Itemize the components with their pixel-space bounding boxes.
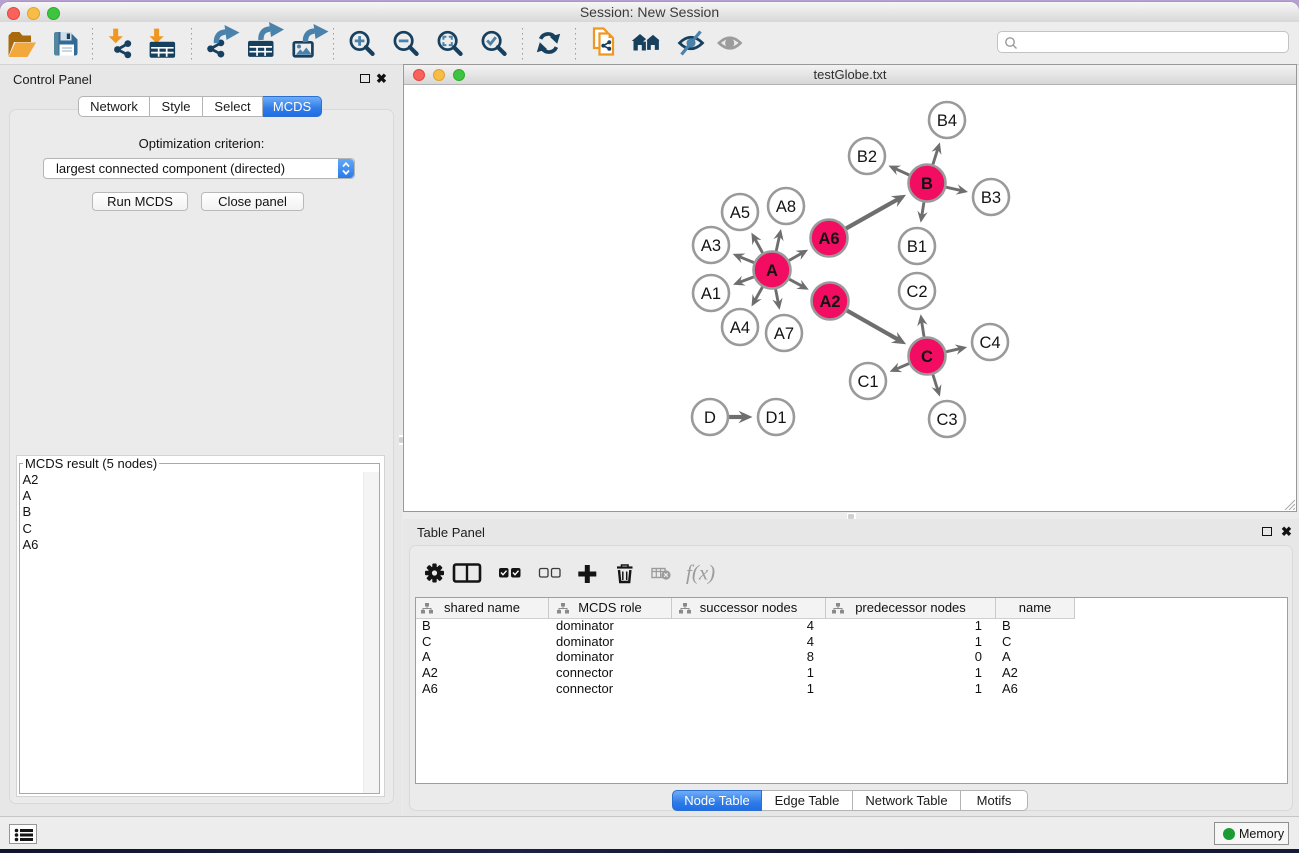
svg-text:A2: A2 — [819, 293, 840, 311]
svg-text:D: D — [704, 409, 716, 427]
svg-text:f(x): f(x) — [686, 561, 715, 585]
svg-text:C3: C3 — [936, 411, 957, 429]
svg-text:A3: A3 — [701, 237, 721, 255]
svg-text:D1: D1 — [765, 409, 786, 427]
svg-text:C4: C4 — [979, 334, 1000, 352]
svg-text:C2: C2 — [906, 283, 927, 301]
svg-text:A1: A1 — [701, 285, 721, 303]
svg-text:A: A — [766, 262, 778, 280]
svg-text:B: B — [921, 175, 933, 193]
svg-text:B1: B1 — [907, 238, 927, 256]
svg-text:A8: A8 — [776, 198, 796, 216]
svg-text:B4: B4 — [937, 112, 957, 130]
svg-text:A4: A4 — [730, 319, 750, 337]
svg-text:A5: A5 — [730, 204, 750, 222]
svg-text:C: C — [921, 348, 933, 366]
svg-text:B2: B2 — [857, 148, 877, 166]
svg-text:A7: A7 — [774, 325, 794, 343]
svg-text:A6: A6 — [818, 230, 839, 248]
svg-text:C1: C1 — [857, 373, 878, 391]
svg-text:B3: B3 — [981, 189, 1001, 207]
